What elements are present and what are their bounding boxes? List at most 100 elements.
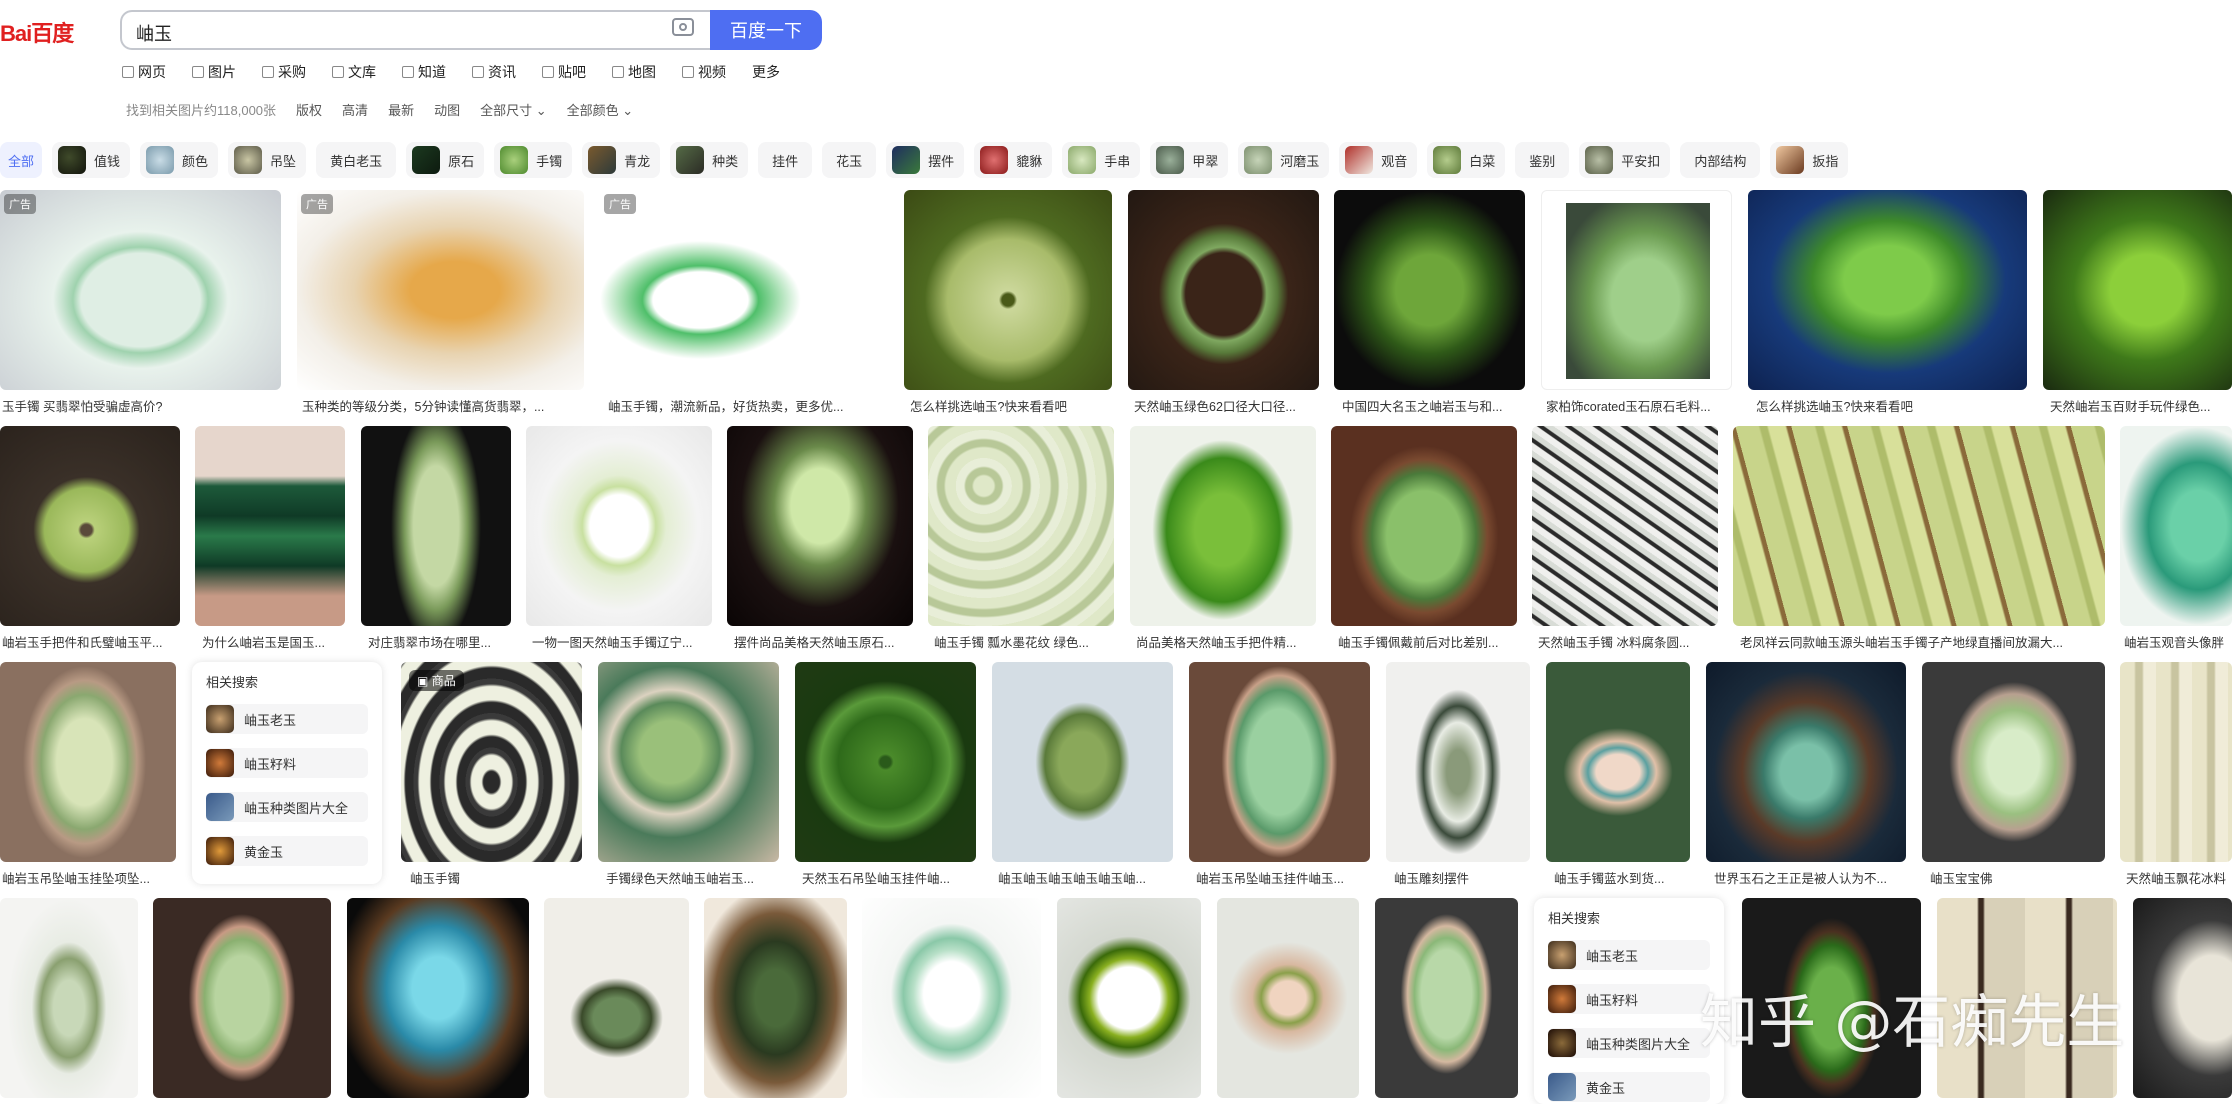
- filter-animated[interactable]: 动图: [434, 100, 460, 122]
- image-tile[interactable]: [1532, 426, 1718, 626]
- image-tile[interactable]: [1733, 426, 2105, 626]
- image-tile[interactable]: [526, 426, 712, 626]
- image-caption[interactable]: 岫岩玉吊坠岫玉挂坠项坠...: [2, 868, 176, 887]
- image-tile[interactable]: 广告: [600, 190, 887, 390]
- related-search-item[interactable]: 岫玉籽料: [1548, 984, 1710, 1014]
- image-tile[interactable]: [195, 426, 345, 626]
- category-pill[interactable]: 手串: [1062, 142, 1141, 178]
- image-caption[interactable]: 岫玉手镯蓝水到货...: [1554, 868, 1690, 887]
- tab-video[interactable]: 视频: [682, 60, 726, 84]
- image-tile[interactable]: [361, 426, 511, 626]
- image-caption[interactable]: 中国四大名玉之岫岩玉与和...: [1342, 396, 1525, 415]
- image-caption[interactable]: 岫玉手镯佩戴前后对比差别...: [1338, 632, 1517, 651]
- tab-images[interactable]: 图片: [192, 60, 236, 84]
- image-caption[interactable]: 世界玉石之王正是被人认为不...: [1714, 868, 1906, 887]
- image-caption[interactable]: 对庄翡翠市场在哪里...: [368, 632, 511, 651]
- category-pill[interactable]: 摆件: [886, 142, 965, 178]
- image-tile[interactable]: [0, 662, 176, 862]
- search-box[interactable]: [120, 10, 712, 50]
- image-tile[interactable]: [2120, 662, 2232, 862]
- image-tile[interactable]: [862, 898, 1041, 1098]
- image-tile[interactable]: [1217, 898, 1359, 1098]
- image-tile[interactable]: [2120, 426, 2232, 626]
- image-tile[interactable]: [1375, 898, 1518, 1098]
- category-pill[interactable]: 花玉: [822, 142, 877, 178]
- search-button[interactable]: 百度一下: [710, 10, 822, 50]
- category-pill[interactable]: 鉴别: [1515, 142, 1570, 178]
- category-pill[interactable]: 平安扣: [1579, 142, 1671, 178]
- tab-news[interactable]: 资讯: [472, 60, 516, 84]
- image-caption[interactable]: 尚品美格天然岫玉手把件精...: [1136, 632, 1316, 651]
- filter-hd[interactable]: 高清: [342, 100, 368, 122]
- image-tile[interactable]: [1189, 662, 1370, 862]
- related-search-item[interactable]: 岫玉老玉: [1548, 940, 1710, 970]
- image-tile[interactable]: [544, 898, 689, 1098]
- image-caption[interactable]: 为什么岫岩玉是国玉...: [202, 632, 345, 651]
- related-search-item[interactable]: 岫玉种类图片大全: [1548, 1028, 1710, 1058]
- image-caption[interactable]: 岫玉岫玉岫玉岫玉岫玉岫...: [998, 868, 1173, 887]
- image-tile[interactable]: [1546, 662, 1690, 862]
- filter-color-dropdown[interactable]: 全部颜色 ⌄: [567, 100, 634, 122]
- image-tile[interactable]: [1386, 662, 1530, 862]
- image-caption[interactable]: 怎么样挑选岫玉?快来看看吧: [910, 396, 1110, 415]
- category-pill[interactable]: 扳指: [1770, 142, 1849, 178]
- baidu-logo[interactable]: Bai百度: [0, 12, 96, 52]
- tab-tieba[interactable]: 贴吧: [542, 60, 586, 84]
- image-caption[interactable]: 家柏饰corated玉石原石毛料...: [1546, 396, 1732, 415]
- image-caption[interactable]: 天然岫玉手镯 冰料腐条圆...: [1538, 632, 1718, 651]
- image-tile[interactable]: [2133, 898, 2232, 1098]
- image-tile[interactable]: [992, 662, 1173, 862]
- related-search-item[interactable]: 岫玉老玉: [206, 704, 368, 734]
- image-tile[interactable]: [904, 190, 1112, 390]
- category-pill[interactable]: 全部: [0, 142, 43, 178]
- image-caption[interactable]: 天然岫玉飘花冰料: [2126, 868, 2232, 887]
- image-caption[interactable]: 岫岩玉手把件和氏璧岫玉平...: [2, 632, 180, 651]
- image-tile[interactable]: [0, 898, 138, 1098]
- category-pill[interactable]: 种类: [670, 142, 749, 178]
- category-pill[interactable]: 吊坠: [228, 142, 307, 178]
- image-caption[interactable]: 天然岫岩玉百财手玩件绿色...: [2050, 396, 2232, 415]
- image-tile[interactable]: [1334, 190, 1525, 390]
- image-tile[interactable]: [153, 898, 331, 1098]
- tab-purchase[interactable]: 采购: [262, 60, 306, 84]
- category-pill[interactable]: 值钱: [52, 142, 131, 178]
- image-caption[interactable]: 摆件尚品美格天然岫玉原石...: [734, 632, 913, 651]
- image-caption[interactable]: 岫岩玉吊坠岫玉挂件岫玉...: [1196, 868, 1370, 887]
- image-tile[interactable]: [1128, 190, 1319, 390]
- category-pill[interactable]: 河磨玉: [1238, 142, 1330, 178]
- related-search-item[interactable]: 岫玉籽料: [206, 748, 368, 778]
- image-caption[interactable]: 老凤祥云同款岫玉源头岫岩玉手镯子产地绿直播间放漏大...: [1740, 632, 2105, 651]
- image-tile[interactable]: [2043, 190, 2232, 390]
- image-caption[interactable]: 手镯绿色天然岫玉岫岩玉...: [606, 868, 779, 887]
- image-caption[interactable]: 岫玉手镯 瓢水墨花纹 绿色...: [934, 632, 1114, 651]
- tab-more[interactable]: 更多: [752, 60, 780, 84]
- related-search-item[interactable]: 黄金玉: [206, 836, 368, 866]
- image-tile[interactable]: [727, 426, 913, 626]
- image-tile[interactable]: [795, 662, 976, 862]
- filter-size-dropdown[interactable]: 全部尺寸 ⌄: [480, 100, 547, 122]
- image-caption[interactable]: 岫玉手镯，潮流新品，好货热卖，更多优...: [608, 396, 887, 415]
- image-tile[interactable]: [1706, 662, 1906, 862]
- image-tile[interactable]: [1057, 898, 1201, 1098]
- image-tile[interactable]: [1922, 662, 2105, 862]
- image-tile[interactable]: [598, 662, 779, 862]
- image-tile[interactable]: [347, 898, 529, 1098]
- image-caption[interactable]: 天然岫玉绿色62口径大口径...: [1134, 396, 1319, 415]
- category-pill[interactable]: 貔貅: [974, 142, 1053, 178]
- related-search-item[interactable]: 黄金玉: [1548, 1072, 1710, 1102]
- image-tile[interactable]: [0, 426, 180, 626]
- image-caption[interactable]: 岫岩玉观音头像胖: [2124, 632, 2232, 651]
- category-pill[interactable]: 青龙: [582, 142, 661, 178]
- category-pill[interactable]: 手镯: [494, 142, 573, 178]
- image-caption[interactable]: 玉手镯 买翡翠怕受骗虚高价?: [2, 396, 281, 415]
- image-caption[interactable]: 怎么样挑选岫玉?快来看看吧: [1756, 396, 2027, 415]
- search-input[interactable]: 岫玉: [136, 20, 172, 46]
- camera-icon[interactable]: [672, 18, 694, 36]
- related-search-item[interactable]: 岫玉种类图片大全: [206, 792, 368, 822]
- category-pill[interactable]: 颜色: [140, 142, 219, 178]
- category-pill[interactable]: 挂件: [758, 142, 813, 178]
- category-pill[interactable]: 观音: [1339, 142, 1418, 178]
- category-pill[interactable]: 原石: [406, 142, 485, 178]
- category-pill[interactable]: 内部结构: [1680, 142, 1761, 178]
- image-tile[interactable]: [704, 898, 847, 1098]
